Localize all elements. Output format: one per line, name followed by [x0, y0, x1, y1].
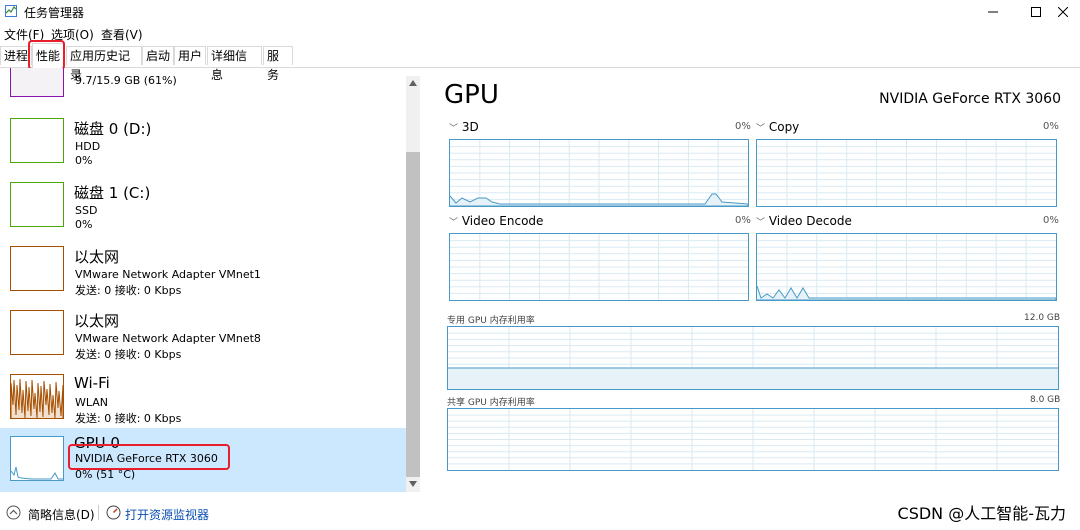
disk-1-thumbnail	[10, 182, 64, 227]
device-status: 发送: 0 接收: 0 Kbps	[75, 284, 182, 297]
engine-name: Copy	[768, 120, 800, 134]
memory-thumbnail	[10, 68, 64, 97]
device-disk-1[interactable]: 磁盘 1 (C:) SSD 0%	[0, 178, 406, 240]
graph-shared-memory	[447, 408, 1059, 471]
device-detail: VMware Network Adapter VMnet8	[75, 332, 261, 345]
engine-name: Video Decode	[768, 214, 852, 228]
scroll-up-icon[interactable]	[409, 80, 417, 86]
tab-processes[interactable]: 进程	[0, 46, 32, 65]
graph-3d-svg	[449, 140, 749, 207]
graph-copy-svg	[757, 140, 1056, 206]
wifi-thumbnail	[10, 374, 64, 419]
menu-bar: 文件(F) 选项(O) 查看(V)	[0, 23, 1080, 43]
minimize-icon	[988, 11, 998, 12]
engine-video-decode-label[interactable]: ﹀ Video Decode	[756, 214, 852, 228]
graph-shared-memory-svg	[448, 409, 1058, 470]
graph-copy	[756, 139, 1057, 207]
device-detail: 9.7/15.9 GB (61%)	[75, 74, 177, 87]
ethernet-1-thumbnail	[10, 246, 64, 291]
open-resource-monitor-link[interactable]: 打开资源监视器	[125, 506, 209, 523]
scrollbar-thumb[interactable]	[406, 152, 420, 477]
engine-video-encode-label[interactable]: ﹀ Video Encode	[449, 214, 543, 228]
ethernet-8-thumbnail	[10, 310, 64, 355]
engine-name: 3D	[461, 120, 479, 134]
shared-memory-label: 共享 GPU 内存利用率	[447, 398, 535, 408]
detail-title: GPU	[444, 80, 499, 110]
device-memory[interactable]: 9.7/15.9 GB (61%)	[0, 68, 406, 110]
tab-bar: 进程 性能 应用历史记录 启动 用户 详细信息 服务	[0, 43, 1080, 82]
task-manager-icon	[5, 5, 17, 17]
device-wifi[interactable]: Wi-Fi WLAN 发送: 0 接收: 0 Kbps	[0, 370, 406, 432]
shared-memory-max: 8.0 GB	[1030, 395, 1061, 405]
tab-app-history[interactable]: 应用历史记录	[66, 46, 142, 82]
device-name: GPU 0	[74, 434, 120, 452]
maximize-icon	[1031, 6, 1041, 17]
device-gpu-0[interactable]: GPU 0 NVIDIA GeForce RTX 3060 0% (51 °C)	[0, 428, 406, 492]
device-status: 发送: 0 接收: 0 Kbps	[75, 348, 182, 361]
device-status: 发送: 0 接收: 0 Kbps	[75, 412, 182, 425]
tab-users[interactable]: 用户	[174, 46, 206, 65]
chevron-down-icon: ﹀	[756, 124, 766, 134]
device-name: Wi-Fi	[74, 374, 110, 392]
menu-file[interactable]: 文件(F)	[4, 26, 44, 43]
watermark: CSDN @人工智能-瓦力	[897, 504, 1066, 523]
device-name: 磁盘 1 (C:)	[74, 184, 151, 202]
engine-copy-label[interactable]: ﹀ Copy	[756, 120, 799, 134]
device-name: 以太网	[74, 248, 120, 266]
brief-info-link[interactable]: 简略信息(D)	[28, 506, 95, 523]
gpu-activity-graph	[10, 466, 63, 480]
detail-gpu-model: NVIDIA GeForce RTX 3060	[879, 91, 1061, 107]
minimize-button[interactable]	[970, 0, 1016, 23]
disk-0-thumbnail	[10, 118, 64, 163]
device-detail: HDD	[75, 140, 101, 153]
chevron-down-icon: ﹀	[756, 218, 766, 228]
tab-services[interactable]: 服务	[263, 46, 293, 82]
device-name: 磁盘 0 (D:)	[74, 120, 152, 138]
tab-performance[interactable]: 性能	[32, 43, 65, 68]
device-detail: VMware Network Adapter VMnet1	[75, 268, 261, 281]
device-disk-0[interactable]: 磁盘 0 (D:) HDD 0%	[0, 114, 406, 176]
chevron-down-icon: ﹀	[449, 124, 459, 134]
scroll-down-icon[interactable]	[409, 481, 417, 487]
close-button[interactable]	[1046, 0, 1080, 23]
engine-video-encode-percent: 0%	[735, 215, 751, 226]
device-status: 0%	[75, 218, 93, 231]
dedicated-memory-label: 专用 GPU 内存利用率	[447, 316, 535, 326]
graph-dedicated-memory	[447, 326, 1059, 390]
tab-details[interactable]: 详细信息	[207, 46, 262, 82]
device-name: 以太网	[74, 312, 120, 330]
dedicated-memory-max: 12.0 GB	[1024, 313, 1061, 323]
device-list: 9.7/15.9 GB (61%) 磁盘 0 (D:) HDD 0% 磁盘 1 …	[0, 68, 406, 492]
engine-3d-label[interactable]: ﹀ 3D	[449, 120, 479, 134]
device-detail: SSD	[75, 204, 98, 217]
window-title: 任务管理器	[24, 6, 85, 20]
menu-options[interactable]: 选项(O)	[51, 26, 94, 43]
chevron-down-icon: ﹀	[449, 218, 459, 228]
engine-name: Video Encode	[461, 214, 544, 228]
graph-video-decode-svg	[756, 234, 1057, 301]
collapse-up-icon[interactable]	[6, 505, 21, 520]
device-ethernet-vmnet8[interactable]: 以太网 VMware Network Adapter VMnet8 发送: 0 …	[0, 306, 406, 368]
title-bar: 任务管理器	[0, 0, 1080, 23]
wifi-activity-graph	[10, 378, 64, 419]
engine-3d-percent: 0%	[735, 121, 751, 132]
engine-copy-percent: 0%	[1043, 121, 1059, 132]
graph-video-encode	[449, 233, 749, 301]
graph-video-decode	[756, 233, 1057, 301]
device-detail: WLAN	[75, 396, 109, 409]
close-icon	[1058, 6, 1068, 17]
engine-video-decode-percent: 0%	[1043, 215, 1059, 226]
device-detail: NVIDIA GeForce RTX 3060	[75, 452, 218, 465]
graph-video-encode-svg	[450, 234, 748, 300]
device-ethernet-vmnet1[interactable]: 以太网 VMware Network Adapter VMnet1 发送: 0 …	[0, 242, 406, 304]
device-status: 0% (51 °C)	[75, 468, 136, 481]
device-status: 0%	[75, 154, 93, 167]
menu-view[interactable]: 查看(V)	[101, 26, 143, 43]
graph-dedicated-memory-svg	[448, 327, 1058, 389]
gpu-thumbnail	[10, 436, 64, 481]
graph-3d	[449, 139, 749, 207]
tab-startup[interactable]: 启动	[142, 46, 174, 65]
resource-monitor-icon[interactable]	[106, 505, 121, 520]
divider	[98, 505, 99, 520]
